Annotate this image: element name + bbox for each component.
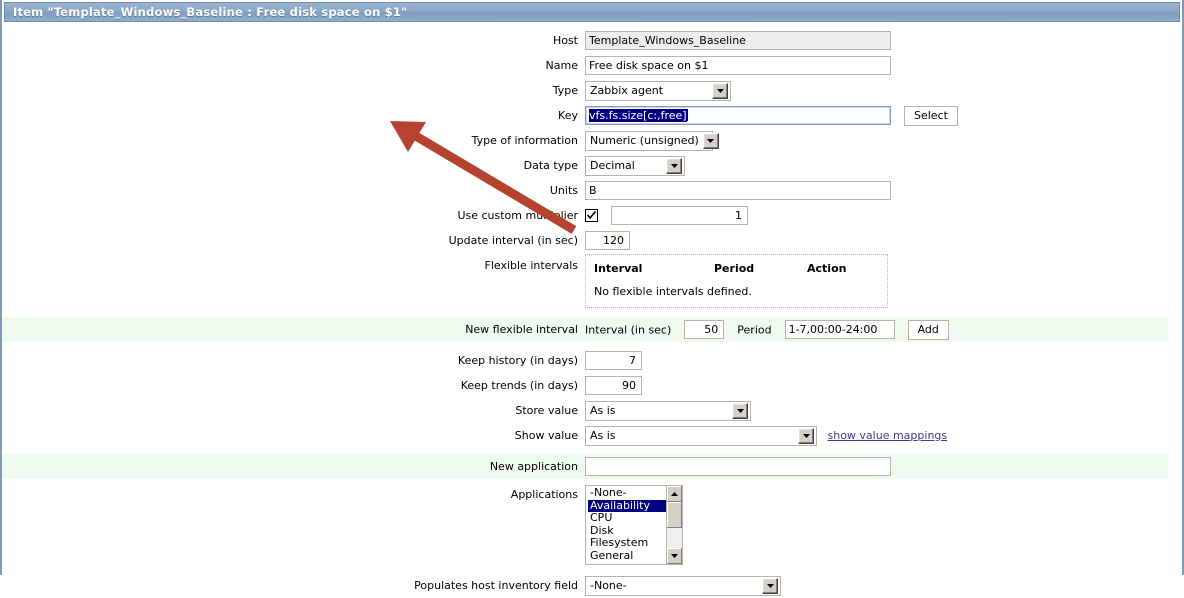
applications-scrollbar[interactable]	[666, 486, 682, 564]
host-inventory-field-value: -None-	[590, 578, 627, 592]
custom-multiplier-checkbox[interactable]	[585, 209, 598, 222]
list-item[interactable]: General	[588, 549, 666, 563]
custom-multiplier-input[interactable]: 1	[611, 206, 748, 225]
flexible-intervals-header: Interval Period Action	[594, 262, 879, 275]
show-value-value: As is	[590, 428, 616, 442]
add-flexible-interval-button[interactable]: Add	[907, 319, 949, 340]
type-select[interactable]: Zabbix agent	[585, 80, 731, 101]
keep-trends-input[interactable]: 90	[585, 376, 642, 395]
form-row-new-flexible-interval: New flexible interval Interval (in sec) …	[2, 317, 1168, 342]
new-interval-sec-label: Interval (in sec)	[585, 323, 672, 336]
applications-options: -None- Availability CPU Disk Filesystem …	[586, 486, 666, 564]
data-type-label: Data type	[523, 159, 578, 172]
store-value-select[interactable]: As is	[585, 400, 751, 421]
chevron-down-icon	[798, 427, 814, 444]
scroll-up-icon[interactable]	[667, 486, 682, 502]
name-label: Name	[545, 59, 578, 72]
form-row-name: Name Free disk space on $1	[2, 53, 1168, 78]
show-value-select[interactable]: As is	[585, 425, 817, 446]
new-interval-period-label: Period	[737, 323, 772, 336]
flexible-intervals-box: Interval Period Action No flexible inter…	[585, 254, 888, 308]
scrollbar-track[interactable]	[667, 528, 682, 548]
units-label: Units	[549, 184, 578, 197]
key-input-value: vfs.fs.size[c:,free]	[589, 109, 687, 122]
keep-history-input[interactable]: 7	[585, 351, 642, 370]
chevron-down-icon	[702, 132, 719, 149]
flexible-intervals-empty-text: No flexible intervals defined.	[594, 285, 752, 298]
type-of-information-label: Type of information	[471, 134, 578, 147]
applications-listbox[interactable]: -None- Availability CPU Disk Filesystem …	[585, 485, 683, 565]
text-caret	[686, 109, 688, 121]
scroll-down-icon[interactable]	[667, 548, 682, 564]
type-of-information-select[interactable]: Numeric (unsigned)	[585, 130, 719, 151]
check-icon	[587, 211, 596, 220]
type-of-information-value: Numeric (unsigned)	[590, 133, 699, 147]
flexible-intervals-col-interval: Interval	[594, 262, 643, 275]
form-row-type: Type Zabbix agent	[2, 78, 1168, 103]
name-input[interactable]: Free disk space on $1	[585, 56, 891, 75]
update-interval-input[interactable]: 120	[585, 231, 630, 250]
list-item[interactable]: -None-	[588, 486, 666, 500]
update-interval-label: Update interval (in sec)	[448, 234, 578, 247]
chevron-down-icon	[712, 82, 728, 99]
host-label: Host	[552, 34, 578, 47]
type-label: Type	[552, 84, 578, 97]
host-field: Template_Windows_Baseline	[585, 31, 891, 50]
new-application-input[interactable]	[585, 457, 891, 476]
flexible-intervals-label: Flexible intervals	[484, 259, 579, 272]
form-row-show-value: Show value As is show value mappings	[2, 423, 1168, 448]
chevron-down-icon	[666, 157, 682, 174]
type-select-value: Zabbix agent	[590, 83, 664, 97]
units-input[interactable]: B	[585, 181, 891, 200]
form-row-host: Host Template_Windows_Baseline	[2, 28, 1168, 53]
form-row-new-application: New application	[2, 454, 1168, 479]
page-title: Item "Template_Windows_Baseline : Free d…	[13, 5, 408, 19]
show-value-mappings-link[interactable]: show value mappings	[828, 429, 948, 442]
keep-trends-label: Keep trends (in days)	[460, 379, 578, 392]
form-row-type-of-information: Type of information Numeric (unsigned)	[2, 128, 1168, 153]
form-row-keep-trends: Keep trends (in days) 90	[2, 373, 1168, 398]
key-input[interactable]: vfs.fs.size[c:,free]	[585, 106, 891, 125]
key-select-button[interactable]: Select	[904, 105, 958, 126]
flexible-intervals-col-action: Action	[807, 262, 847, 275]
flexible-intervals-col-period: Period	[714, 262, 755, 275]
new-interval-period-input[interactable]: 1-7,00:00-24:00	[784, 320, 895, 339]
form-row-key: Key vfs.fs.size[c:,free] Select	[2, 103, 1168, 128]
keep-history-label: Keep history (in days)	[457, 354, 578, 367]
new-application-label: New application	[2, 454, 585, 479]
store-value-label: Store value	[515, 404, 578, 417]
host-inventory-field-select[interactable]: -None-	[585, 575, 781, 596]
form-row-applications: Applications -None- Availability CPU Dis…	[2, 485, 1168, 573]
form-row-custom-multiplier: Use custom multiplier 1	[2, 203, 1168, 228]
custom-multiplier-label: Use custom multiplier	[457, 209, 578, 222]
key-label: Key	[558, 109, 578, 122]
form-row-host-inventory-field: Populates host inventory field -None-	[2, 573, 1168, 598]
data-type-value: Decimal	[590, 158, 635, 172]
form-row-update-interval: Update interval (in sec) 120	[2, 228, 1168, 253]
chevron-down-icon	[762, 577, 778, 594]
show-value-label: Show value	[514, 429, 578, 442]
item-form: Host Template_Windows_Baseline Name Free…	[2, 22, 1168, 598]
list-item[interactable]: CPU	[588, 512, 666, 525]
item-configuration-window: Item "Template_Windows_Baseline : Free d…	[0, 0, 1184, 596]
form-row-units: Units B	[2, 178, 1168, 203]
host-inventory-field-label: Populates host inventory field	[414, 579, 578, 592]
scrollbar-thumb[interactable]	[667, 502, 682, 528]
new-interval-sec-input[interactable]: 50	[684, 320, 725, 339]
store-value-value: As is	[590, 403, 616, 417]
form-row-keep-history: Keep history (in days) 7	[2, 348, 1168, 373]
form-row-data-type: Data type Decimal	[2, 153, 1168, 178]
form-row-flexible-intervals: Flexible intervals Interval Period Actio…	[2, 253, 1168, 311]
data-type-select[interactable]: Decimal	[585, 155, 685, 176]
applications-label: Applications	[510, 488, 578, 501]
form-row-store-value: Store value As is	[2, 398, 1168, 423]
new-flexible-interval-label: New flexible interval	[2, 317, 585, 342]
chevron-down-icon	[732, 402, 748, 419]
window-title-bar: Item "Template_Windows_Baseline : Free d…	[4, 2, 1180, 22]
